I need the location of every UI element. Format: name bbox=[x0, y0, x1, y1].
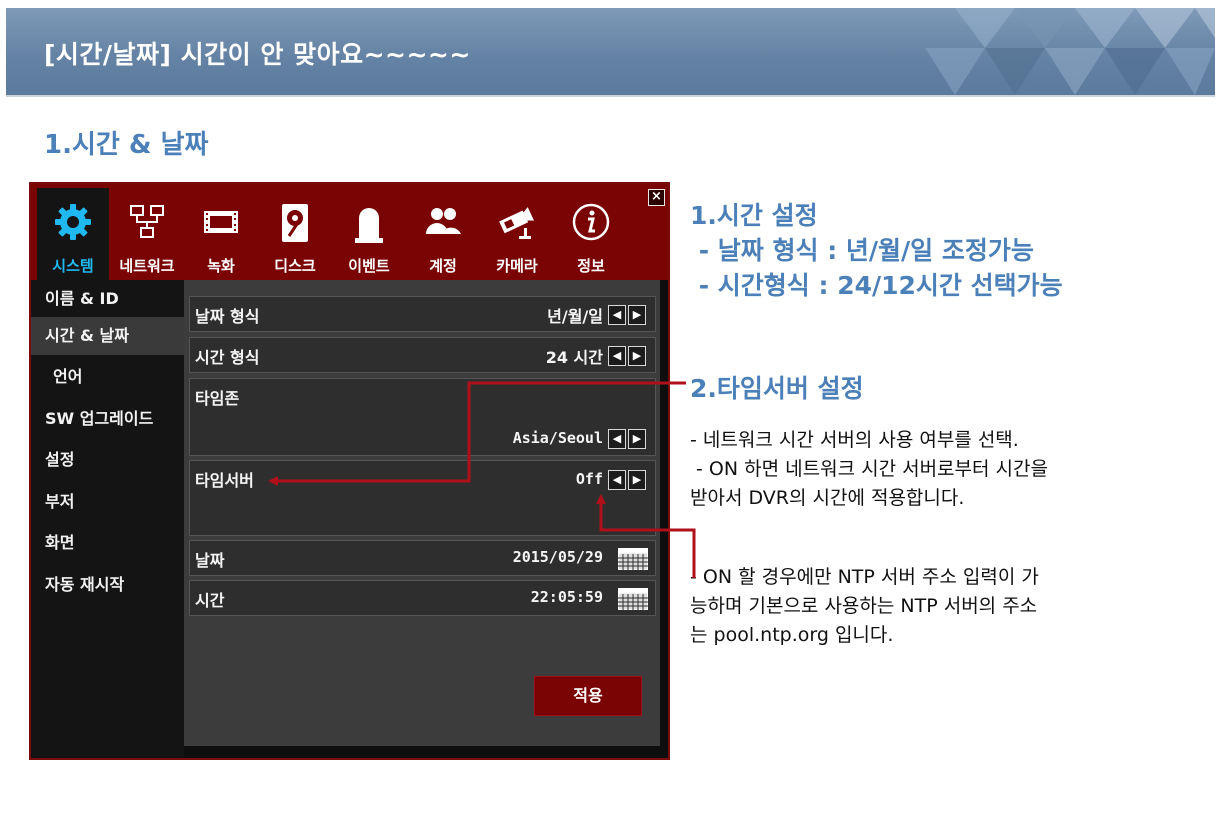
sidebar-item-buzzer[interactable]: 부저 bbox=[31, 483, 184, 521]
sidebar-item-time-date[interactable]: 시간 & 날짜 bbox=[31, 317, 184, 355]
disk-icon bbox=[275, 202, 315, 250]
dvr-tab-bar: × 시스템 네트워크 녹화 디스크 이벤트 계정 카메라 정보 bbox=[31, 184, 668, 280]
gear-icon bbox=[53, 202, 93, 246]
date-value[interactable]: 2015/05/29 bbox=[513, 548, 603, 566]
tab-label: 정보 bbox=[577, 257, 605, 275]
tab-system[interactable]: 시스템 bbox=[37, 188, 109, 280]
arrow-left-icon[interactable]: ◀ bbox=[608, 346, 626, 366]
arrow-right-icon[interactable]: ▶ bbox=[628, 429, 646, 449]
sidebar-item-display[interactable]: 화면 bbox=[31, 524, 184, 562]
timezone-stepper: ◀ ▶ bbox=[608, 427, 650, 449]
slide-banner: [시간/날짜] 시간이 안 맞아요~~~~~ bbox=[6, 8, 1215, 97]
date-format-label: 날짜 형식 bbox=[195, 307, 260, 326]
tab-label: 네트워크 bbox=[119, 257, 175, 275]
users-icon bbox=[423, 202, 463, 246]
note-line: 능하며 기본으로 사용하는 NTP 서버의 주소 bbox=[690, 595, 1038, 617]
slide-title: [시간/날짜] 시간이 안 맞아요~~~~~ bbox=[44, 40, 471, 69]
note-time-format-line: - 시간형식 : 24/12시간 선택가능 bbox=[690, 271, 1063, 300]
note-line: - 네트워크 시간 서버의 사용 여부를 선택. bbox=[690, 429, 1019, 451]
time-row: 시간 22:05:59 bbox=[189, 580, 656, 616]
tab-info[interactable]: 정보 bbox=[555, 188, 627, 280]
tab-network[interactable]: 네트워크 bbox=[111, 188, 183, 280]
note-time-server-heading: 2.타임서버 설정 bbox=[690, 374, 864, 403]
info-icon bbox=[571, 202, 611, 246]
dvr-settings-window: × 시스템 네트워크 녹화 디스크 이벤트 계정 카메라 정보 이름 & ID … bbox=[29, 182, 670, 760]
date-format-stepper: ◀ ▶ bbox=[608, 303, 650, 325]
note-date-format-line: - 날짜 형식 : 년/월/일 조정가능 bbox=[690, 236, 1034, 265]
note-line: - ON 하면 네트워크 시간 서버로부터 시간을 bbox=[690, 458, 1048, 480]
time-server-row: 타임서버 Off ◀ ▶ bbox=[189, 460, 656, 536]
time-format-label: 시간 형식 bbox=[195, 348, 260, 367]
tab-label: 시스템 bbox=[52, 257, 94, 275]
time-label: 시간 bbox=[195, 591, 225, 610]
arrow-left-icon[interactable]: ◀ bbox=[608, 429, 626, 449]
tab-event[interactable]: 이벤트 bbox=[333, 188, 405, 280]
close-icon[interactable]: × bbox=[648, 189, 665, 206]
sidebar-item-auto-restart[interactable]: 자동 재시작 bbox=[31, 566, 184, 604]
tab-camera[interactable]: 카메라 bbox=[481, 188, 553, 280]
time-value[interactable]: 22:05:59 bbox=[531, 588, 603, 606]
tab-account[interactable]: 계정 bbox=[407, 188, 479, 280]
section-title: 1.시간 & 날짜 bbox=[44, 130, 209, 160]
date-format-value: 년/월/일 bbox=[547, 307, 603, 326]
sidebar-item-name-id[interactable]: 이름 & ID bbox=[31, 280, 184, 318]
date-format-row: 날짜 형식 년/월/일 ◀ ▶ bbox=[189, 296, 656, 332]
sidebar-item-language[interactable]: 언어 bbox=[31, 358, 184, 396]
arrow-right-icon[interactable]: ▶ bbox=[628, 470, 646, 490]
time-server-stepper: ◀ ▶ bbox=[608, 468, 650, 490]
tab-label: 디스크 bbox=[274, 257, 316, 275]
arrow-right-icon[interactable]: ▶ bbox=[628, 305, 646, 325]
calendar-icon[interactable] bbox=[618, 548, 648, 570]
note-line: 받아서 DVR의 시간에 적용합니다. bbox=[690, 487, 965, 509]
arrow-right-icon[interactable]: ▶ bbox=[628, 346, 646, 366]
time-format-row: 시간 형식 24 시간 ◀ ▶ bbox=[189, 337, 656, 373]
arrow-left-icon[interactable]: ◀ bbox=[608, 305, 626, 325]
note-line: - ON 할 경우에만 NTP 서버 주소 입력이 가 bbox=[690, 566, 1039, 588]
film-icon bbox=[201, 202, 241, 246]
tab-label: 계정 bbox=[429, 257, 457, 275]
time-server-value: Off bbox=[575, 470, 603, 488]
apply-button[interactable]: 적용 bbox=[534, 676, 642, 716]
date-row: 날짜 2015/05/29 bbox=[189, 540, 656, 576]
time-format-value: 24 시간 bbox=[545, 348, 603, 367]
alarm-light-icon bbox=[349, 202, 389, 250]
tab-label: 이벤트 bbox=[348, 257, 390, 275]
camera-icon bbox=[497, 202, 537, 246]
time-format-stepper: ◀ ▶ bbox=[608, 344, 650, 366]
dvr-settings-panel: 날짜 형식 년/월/일 ◀ ▶ 시간 형식 24 시간 ◀ ▶ 타임존 Asia/S… bbox=[184, 280, 660, 746]
sidebar-item-sw-upgrade[interactable]: SW 업그레이드 bbox=[31, 400, 184, 438]
sidebar-item-settings[interactable]: 설정 bbox=[31, 441, 184, 479]
dvr-sidebar: 이름 & ID 시간 & 날짜 언어 SW 업그레이드 설정 부저 화면 자동 … bbox=[31, 280, 184, 758]
timezone-value: Asia/Seoul bbox=[512, 429, 603, 447]
note-ntp-text: - ON 할 경우에만 NTP 서버 주소 입력이 가 능하며 기본으로 사용하… bbox=[690, 563, 1039, 650]
tab-record[interactable]: 녹화 bbox=[185, 188, 257, 280]
time-server-label: 타임서버 bbox=[195, 471, 254, 490]
timezone-row: 타임존 Asia/Seoul ◀ ▶ bbox=[189, 378, 656, 456]
network-icon bbox=[127, 202, 167, 246]
note-line: 는 pool.ntp.org 입니다. bbox=[690, 624, 894, 646]
note-time-setting-heading: 1.시간 설정 bbox=[690, 201, 818, 230]
tab-disk[interactable]: 디스크 bbox=[259, 188, 331, 280]
calendar-icon[interactable] bbox=[618, 588, 648, 610]
tab-label: 카메라 bbox=[496, 257, 538, 275]
triangle-pattern-decoration bbox=[925, 8, 1215, 95]
arrow-left-icon[interactable]: ◀ bbox=[608, 470, 626, 490]
note-time-server-text: - 네트워크 시간 서버의 사용 여부를 선택. - ON 하면 네트워크 시간… bbox=[690, 426, 1048, 513]
date-label: 날짜 bbox=[195, 551, 225, 570]
timezone-label: 타임존 bbox=[195, 389, 240, 408]
tab-label: 녹화 bbox=[207, 257, 235, 275]
